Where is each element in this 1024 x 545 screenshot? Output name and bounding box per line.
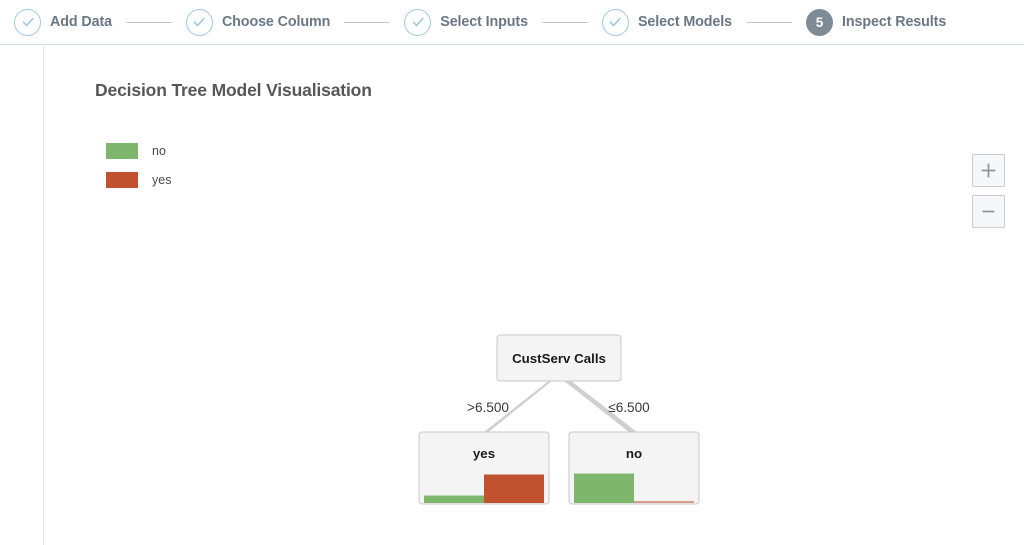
tree-edge-left (484, 377, 557, 432)
stepper-step-label: Select Inputs (440, 14, 528, 30)
stepper-connector (746, 22, 792, 23)
page-title: Decision Tree Model Visualisation (95, 80, 372, 101)
tree-node-label: CustServ Calls (512, 351, 606, 366)
zoom-in-button[interactable] (972, 154, 1005, 187)
sidebar-rail (0, 46, 44, 545)
legend-item: yes (106, 169, 171, 190)
zoom-out-button[interactable] (972, 195, 1005, 228)
tree-node-label: yes (473, 446, 495, 461)
tree-leaf-bar-yes (484, 475, 544, 504)
workflow-stepper: Add Data Choose Column Select Inputs Sel… (0, 0, 1024, 45)
tree-node-label: no (626, 446, 642, 461)
legend-swatch-no (106, 143, 138, 159)
step-number-badge: 5 (806, 9, 833, 36)
tree-edge-right (559, 377, 637, 432)
check-circle-icon (186, 9, 213, 36)
stepper-connector (126, 22, 172, 23)
decision-tree-graph[interactable]: CustServ Calls >6.500 ≤6.500 yes no (45, 46, 1024, 545)
stepper-step-label: Inspect Results (842, 14, 946, 30)
stepper-step-select-inputs[interactable]: Select Inputs (404, 9, 528, 36)
tree-edges (484, 377, 637, 432)
stepper-connector (344, 22, 390, 23)
legend-label: no (152, 144, 166, 158)
stepper-step-label: Add Data (50, 14, 112, 30)
tree-leaf-no[interactable]: no (569, 432, 699, 504)
visualisation-canvas[interactable]: Decision Tree Model Visualisation no yes (45, 46, 1024, 545)
legend-swatch-yes (106, 172, 138, 188)
check-circle-icon (14, 9, 41, 36)
legend-item: no (106, 140, 171, 161)
tree-leaf-bar-no (424, 496, 484, 504)
tree-leaf-bar-yes (634, 501, 694, 503)
tree-edge-label-right: ≤6.500 (608, 400, 650, 415)
stepper-connector (542, 22, 588, 23)
plus-icon (979, 161, 998, 180)
stepper-step-label: Select Models (638, 14, 732, 30)
chart-legend: no yes (106, 140, 171, 198)
stepper-step-add-data[interactable]: Add Data (14, 9, 112, 36)
stepper-step-select-models[interactable]: Select Models (602, 9, 732, 36)
stepper-step-choose-column[interactable]: Choose Column (186, 9, 330, 36)
stepper-step-inspect-results[interactable]: 5 Inspect Results (806, 9, 946, 36)
legend-label: yes (152, 173, 171, 187)
zoom-controls (972, 154, 1005, 228)
check-circle-icon (602, 9, 629, 36)
tree-leaf-yes[interactable]: yes (419, 432, 549, 504)
stepper-step-label: Choose Column (222, 14, 330, 30)
tree-leaf-bar-no (574, 474, 634, 504)
tree-node-root[interactable]: CustServ Calls (497, 335, 621, 381)
check-circle-icon (404, 9, 431, 36)
tree-edge-label-left: >6.500 (467, 400, 509, 415)
minus-icon (979, 202, 998, 221)
